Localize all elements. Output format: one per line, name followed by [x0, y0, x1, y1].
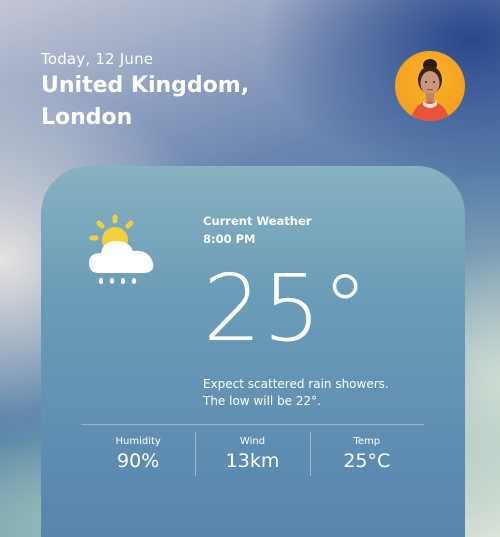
- stat-label: Humidity: [115, 436, 161, 447]
- avatar[interactable]: [395, 51, 465, 121]
- current-weather-time: 8:00 PM: [203, 232, 256, 246]
- stat-wind: Wind 13km: [195, 432, 309, 476]
- partly-cloudy-rain-icon: [85, 213, 165, 285]
- stat-temp: Temp 25°C: [309, 432, 424, 476]
- stat-value: 90%: [117, 450, 160, 472]
- weather-card: Current Weather 8:00 PM 25° Expect scatt…: [41, 166, 465, 537]
- stat-humidity: Humidity 90%: [81, 432, 195, 476]
- stat-label: Wind: [239, 436, 266, 447]
- current-weather-title: Current Weather: [203, 214, 312, 228]
- weather-description: Expect scattered rain showers. The low w…: [203, 376, 423, 410]
- user-avatar-icon: [411, 59, 449, 121]
- location-title: United Kingdom, London: [41, 70, 301, 134]
- location-country: United Kingdom,: [41, 73, 250, 98]
- current-temperature: 25°: [203, 255, 370, 362]
- stat-label: Temp: [353, 436, 381, 447]
- stat-value: 13km: [225, 450, 280, 472]
- location-city: London: [41, 105, 133, 130]
- weather-stats: Humidity 90% Wind 13km Temp 25°C: [81, 432, 424, 476]
- stats-divider: [81, 424, 424, 425]
- date-label: Today, 12 June: [41, 50, 154, 68]
- weather-description-line: Expect scattered rain showers.: [203, 377, 389, 391]
- stat-value: 25°C: [343, 450, 391, 472]
- weather-description-line: The low will be 22°.: [203, 394, 321, 408]
